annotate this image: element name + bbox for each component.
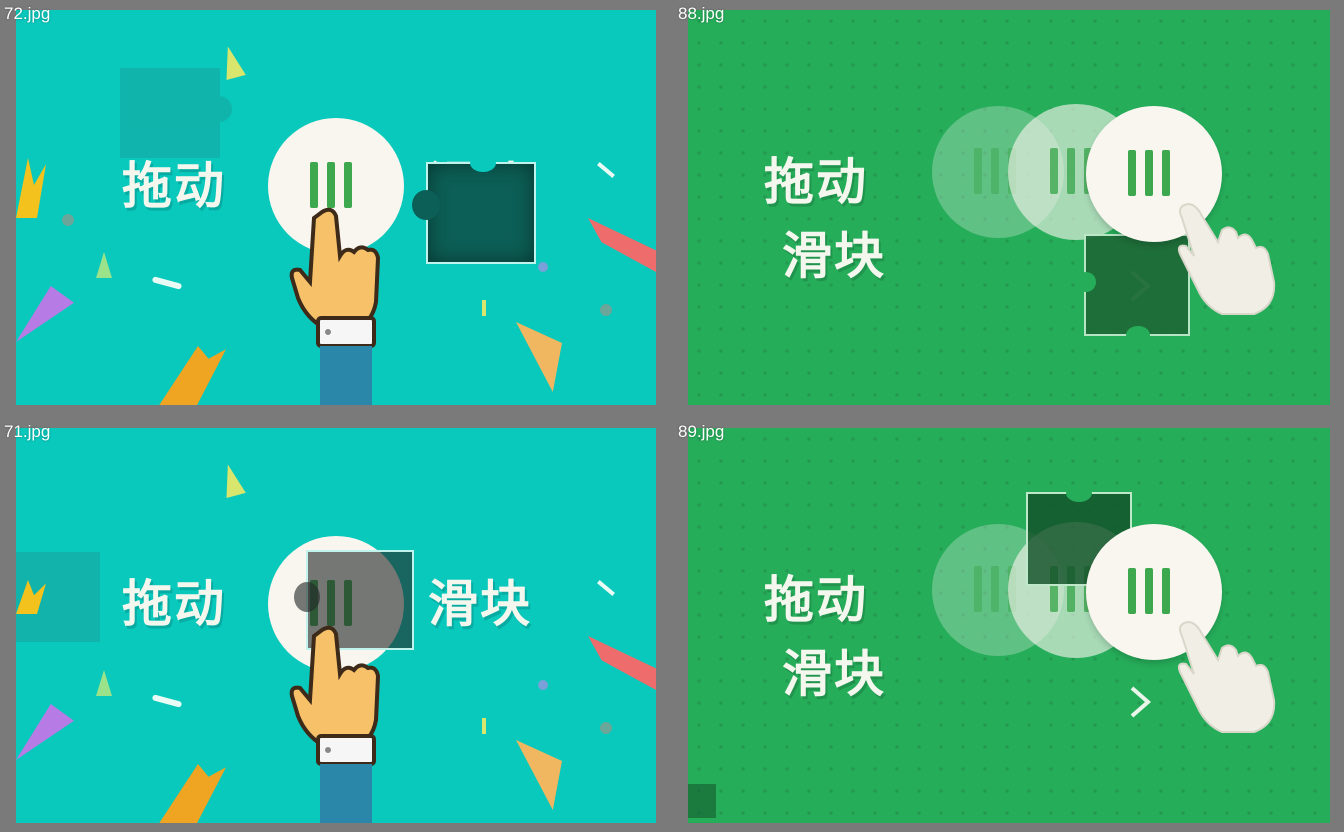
puzzle-slot — [412, 154, 536, 264]
drag-text: 拖动 — [122, 575, 226, 633]
pointing-hand-icon — [1177, 620, 1276, 733]
confetti-shape — [156, 764, 226, 823]
pointing-hand-icon — [289, 625, 381, 823]
slider-text: 滑块 — [782, 645, 886, 703]
captcha-thumbnail-72[interactable]: 72.jpg 拖动 滑块 — [0, 0, 670, 414]
confetti-shape — [516, 322, 562, 392]
confetti-shape — [156, 346, 226, 405]
puzzle-piece-icon — [16, 552, 100, 642]
confetti-shape — [538, 680, 548, 690]
confetti-shape — [538, 262, 548, 272]
confetti-shape — [588, 636, 656, 690]
confetti-shape — [597, 580, 615, 596]
arrow-right-icon — [956, 686, 1152, 718]
captcha-thumbnail-71[interactable]: 71.jpg 拖动 滑块 — [0, 418, 670, 832]
captcha-image: 拖动 滑块 — [688, 428, 1330, 823]
captcha-thumbnail-89[interactable]: 89.jpg 拖动 滑块 — [674, 418, 1344, 832]
puzzle-piece-icon — [120, 68, 232, 158]
confetti-shape — [62, 214, 74, 226]
filename-label: 89.jpg — [678, 422, 725, 441]
confetti-shape — [16, 704, 74, 760]
filename-label: 71.jpg — [4, 422, 51, 441]
confetti-shape — [218, 461, 246, 499]
confetti-shape — [151, 694, 183, 708]
captcha-image: 拖动 滑块 — [16, 428, 656, 823]
confetti-shape — [482, 300, 486, 316]
confetti-shape — [218, 43, 246, 81]
confetti-shape — [588, 218, 656, 272]
captcha-thumbnail-88[interactable]: 88.jpg 拖动 滑块 — [674, 0, 1344, 414]
confetti-shape — [96, 252, 112, 278]
confetti-shape — [597, 162, 615, 178]
handle-grip — [1128, 150, 1170, 196]
handle-grip — [1128, 568, 1170, 614]
pointing-hand-icon — [289, 207, 381, 405]
slider-text: 滑块 — [428, 575, 532, 633]
confetti-shape — [600, 722, 612, 734]
captcha-image: 拖动 滑块 — [688, 10, 1330, 405]
corner-shadow — [688, 784, 716, 818]
handle-grip — [310, 162, 352, 208]
confetti-shape — [16, 286, 74, 342]
slider-text: 滑块 — [782, 227, 886, 285]
drag-text: 拖动 — [122, 157, 226, 215]
captcha-image: 拖动 滑块 — [16, 10, 656, 405]
confetti-shape — [96, 670, 112, 696]
drag-text: 拖动 — [764, 153, 868, 211]
pointing-hand-icon — [1177, 202, 1276, 315]
drag-text: 拖动 — [764, 571, 868, 629]
confetti-shape — [482, 718, 486, 734]
filename-label: 88.jpg — [678, 4, 725, 23]
confetti-shape — [151, 276, 183, 290]
confetti-shape — [16, 158, 46, 218]
confetti-shape — [516, 740, 562, 810]
filename-label: 72.jpg — [4, 4, 51, 23]
confetti-shape — [600, 304, 612, 316]
